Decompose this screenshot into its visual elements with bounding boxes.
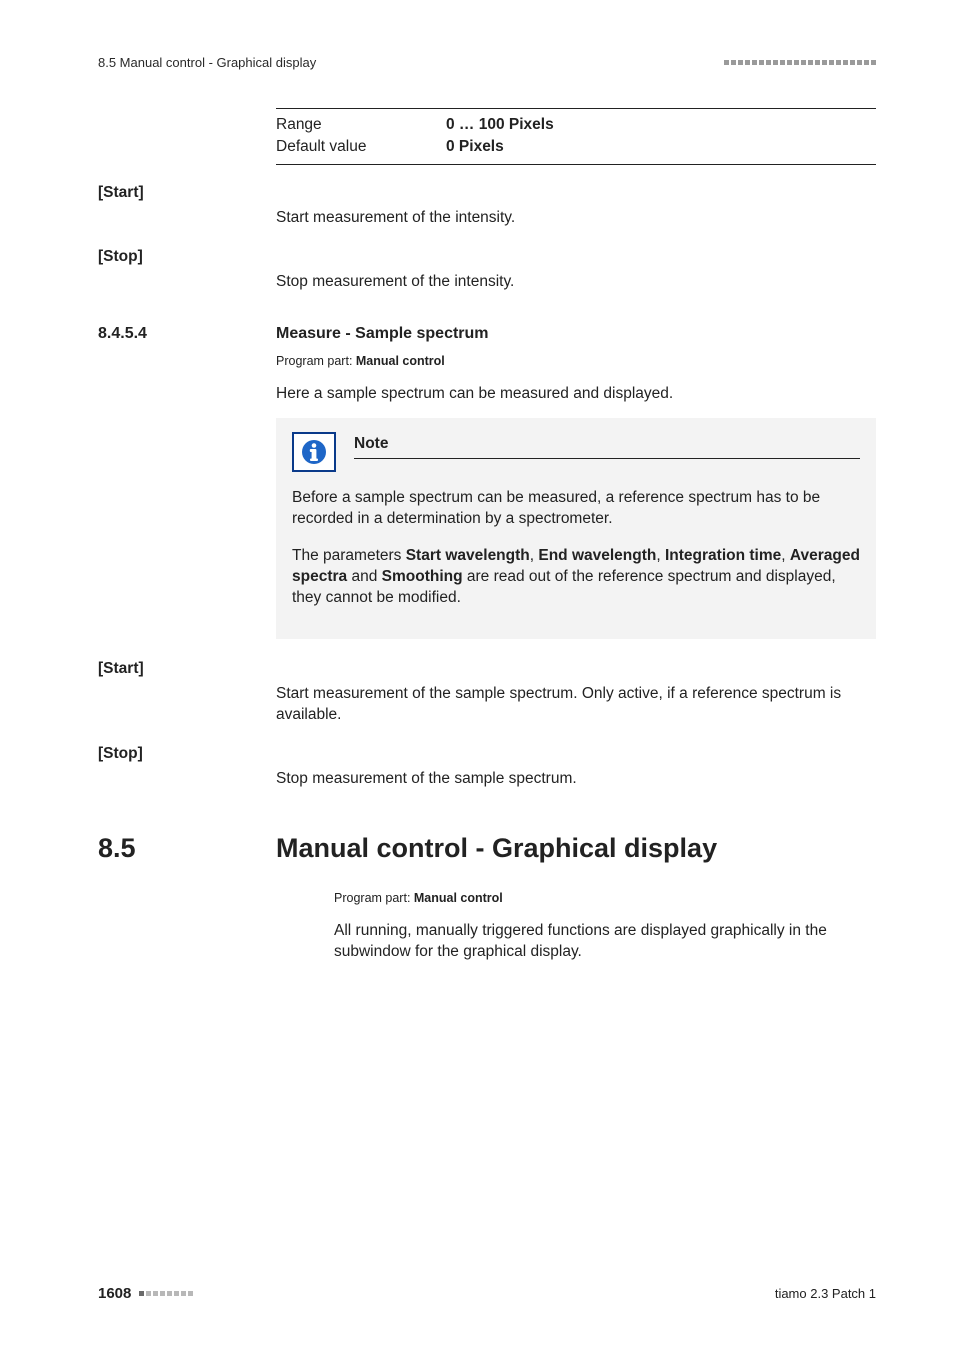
- section-intro: Here a sample spectrum can be measured a…: [276, 384, 876, 405]
- note-bold: End wavelength: [538, 547, 656, 564]
- note-bold: Integration time: [665, 547, 781, 564]
- start-desc: Start measurement of the intensity.: [276, 208, 876, 229]
- start-term: [Start]: [98, 183, 876, 204]
- range-value: 0 … 100 Pixels: [446, 115, 554, 136]
- default-label: Default value: [276, 137, 446, 158]
- note-box: Note Before a sample spectrum can be mea…: [276, 418, 876, 639]
- section-title: Manual control - Graphical display: [276, 830, 717, 866]
- note-text: ,: [781, 547, 790, 564]
- divider: [276, 108, 876, 109]
- note-text: ,: [656, 547, 665, 564]
- start-desc: Start measurement of the sample spectrum…: [276, 684, 876, 726]
- stop-term: [Stop]: [98, 247, 876, 268]
- product-name: tiamo 2.3 Patch 1: [775, 1285, 876, 1303]
- note-text: and: [347, 568, 381, 585]
- stop-desc: Stop measurement of the sample spectrum.: [276, 769, 876, 790]
- note-bold: Smoothing: [382, 568, 463, 585]
- divider: [276, 164, 876, 165]
- page-number: 1608: [98, 1284, 131, 1304]
- program-part-value: Manual control: [414, 891, 503, 905]
- stop-term: [Stop]: [98, 744, 876, 765]
- section-number: 8.5: [98, 830, 276, 866]
- start-term: [Start]: [98, 659, 876, 680]
- stop-desc: Stop measurement of the intensity.: [276, 272, 876, 293]
- header-ornament: [724, 60, 876, 65]
- note-title: Note: [354, 434, 860, 459]
- section-number: 8.4.5.4: [98, 323, 276, 345]
- note-paragraph-1: Before a sample spectrum can be measured…: [292, 488, 860, 530]
- program-part-label: Program part:: [276, 354, 356, 368]
- range-label: Range: [276, 115, 446, 136]
- section-body: All running, manually triggered function…: [334, 921, 876, 963]
- section-title: Measure - Sample spectrum: [276, 323, 489, 345]
- info-icon: [292, 432, 336, 472]
- note-text: The parameters: [292, 547, 406, 564]
- note-paragraph-2: The parameters Start wavelength, End wav…: [292, 546, 860, 609]
- program-part-value: Manual control: [356, 354, 445, 368]
- program-part-label: Program part:: [334, 891, 414, 905]
- note-bold: Start wavelength: [406, 547, 530, 564]
- running-header-section: 8.5 Manual control - Graphical display: [98, 54, 316, 72]
- default-value: 0 Pixels: [446, 137, 504, 158]
- footer-ornament: [139, 1291, 193, 1296]
